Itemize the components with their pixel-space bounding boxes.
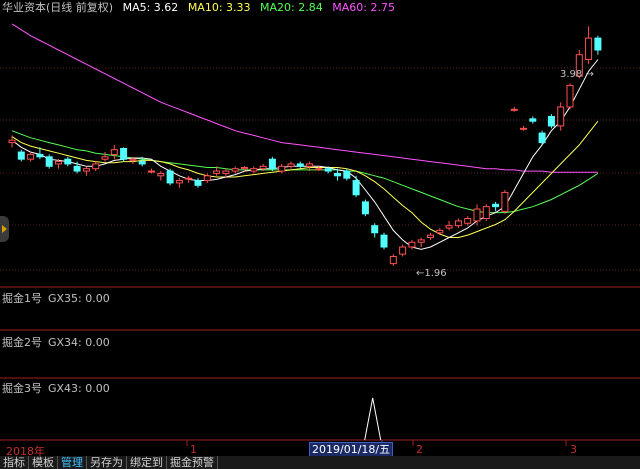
toolbar-manage[interactable]: 管理 — [58, 456, 87, 469]
candle-body — [371, 225, 379, 234]
bottom-toolbar: 指标 模板 管理 另存为 绑定到 掘金预警 — [0, 456, 640, 469]
candle-body — [296, 163, 304, 167]
candle-body — [17, 151, 25, 160]
ma20-value: MA20: 2.84 — [260, 1, 323, 14]
candle-body — [8, 139, 16, 144]
candle-body — [389, 256, 397, 265]
candle-body — [399, 246, 407, 255]
candle-body — [445, 225, 453, 229]
candle-body — [259, 165, 267, 170]
axis-month-1: 1 — [190, 443, 197, 456]
candle-body — [73, 165, 81, 172]
toolbar-indicator[interactable]: 指标 — [0, 456, 29, 469]
axis-month-2: 2 — [416, 443, 423, 456]
price-legend: 华业资本(日线 前复权) MA5: 3.62 MA10: 3.33 MA20: … — [2, 0, 401, 15]
candle-body — [427, 234, 434, 239]
indicator-2-name: 掘金2号 — [2, 336, 42, 349]
candle-body — [231, 168, 239, 172]
candle-body — [138, 161, 146, 165]
candle-body — [473, 208, 481, 222]
candle-body — [148, 170, 155, 173]
ma60-line — [11, 23, 598, 173]
candle-body — [557, 106, 565, 127]
candle-body — [185, 177, 193, 180]
toolbar-template[interactable]: 模板 — [29, 456, 58, 469]
candle-body — [408, 241, 416, 248]
candle-body — [436, 229, 444, 234]
candle-body — [529, 118, 537, 122]
axis-month-3: 3 — [570, 443, 577, 456]
candle-body — [36, 153, 44, 158]
candle-body — [120, 148, 128, 160]
candle-body — [287, 163, 295, 167]
ma10-line — [11, 120, 599, 238]
candle-body — [520, 127, 527, 130]
candle-body — [566, 85, 574, 108]
candle-body — [45, 156, 53, 167]
candle-body — [492, 203, 500, 208]
candle-body — [538, 132, 546, 144]
ma10-value: MA10: 3.33 — [187, 1, 251, 14]
indicator-2-value: GX34: 0.00 — [48, 336, 110, 349]
candle-body — [157, 172, 165, 177]
candle-body — [110, 149, 118, 155]
stock-title: 华业资本(日线 前复权) — [2, 1, 114, 14]
toolbar-bind-to[interactable]: 绑定到 — [127, 456, 167, 469]
candle-body — [417, 239, 425, 243]
candle-body — [464, 218, 472, 224]
candle-body — [306, 163, 314, 167]
low-price-label: ←1.96 — [416, 268, 447, 279]
candle-body — [222, 170, 230, 174]
candle-body — [250, 168, 258, 172]
candle-body — [482, 206, 490, 220]
indicator-1-name: 掘金1号 — [2, 292, 42, 305]
candle-body — [380, 234, 388, 248]
candle-body — [585, 37, 593, 60]
candle-body — [92, 163, 100, 170]
candle-body — [27, 153, 35, 160]
candle-body — [129, 158, 137, 161]
indicator-1-value: GX35: 0.00 — [48, 292, 110, 305]
toolbar-alert[interactable]: 掘金预警 — [167, 456, 218, 469]
candle-body — [175, 180, 183, 184]
candle-body — [594, 37, 602, 51]
indicator-1-label: 掘金1号 GX35: 0.00 — [2, 290, 110, 306]
candle-body — [64, 158, 72, 165]
side-collapse-tab[interactable] — [0, 216, 9, 242]
gx43-spike — [364, 397, 382, 441]
toolbar-save-as[interactable]: 另存为 — [87, 456, 127, 469]
high-price-label: 3.98 → — [560, 69, 594, 80]
candle-body — [501, 191, 509, 212]
indicator-3-label: 掘金3号 GX43: 0.00 — [2, 380, 110, 396]
candle-body — [166, 170, 174, 184]
candle-body — [361, 201, 369, 215]
indicator-3-name: 掘金3号 — [2, 382, 42, 395]
candle-body — [101, 156, 109, 160]
candle-body — [82, 168, 90, 172]
candle-body — [510, 108, 518, 111]
ma20-line — [11, 130, 599, 214]
candle-body — [324, 168, 332, 172]
candle-body — [454, 220, 462, 227]
candle-body — [55, 161, 62, 165]
candle-body — [343, 170, 351, 179]
ma5-line — [11, 59, 599, 250]
candle-body — [547, 115, 555, 127]
indicator-3-value: GX43: 0.00 — [48, 382, 110, 395]
ma60-value: MA60: 2.75 — [332, 1, 395, 14]
candle-body — [352, 180, 360, 196]
ma5-value: MA5: 3.62 — [122, 1, 179, 14]
indicator-2-label: 掘金2号 GX34: 0.00 — [2, 334, 110, 350]
candle-body — [278, 165, 286, 172]
chart-canvas[interactable] — [0, 0, 640, 469]
candle-body — [213, 170, 221, 174]
candle-body — [194, 180, 202, 186]
candle-body — [268, 158, 276, 170]
candle-body — [203, 175, 211, 182]
candle-body — [315, 168, 323, 171]
candle-body — [241, 166, 248, 170]
candle-body — [334, 172, 341, 177]
